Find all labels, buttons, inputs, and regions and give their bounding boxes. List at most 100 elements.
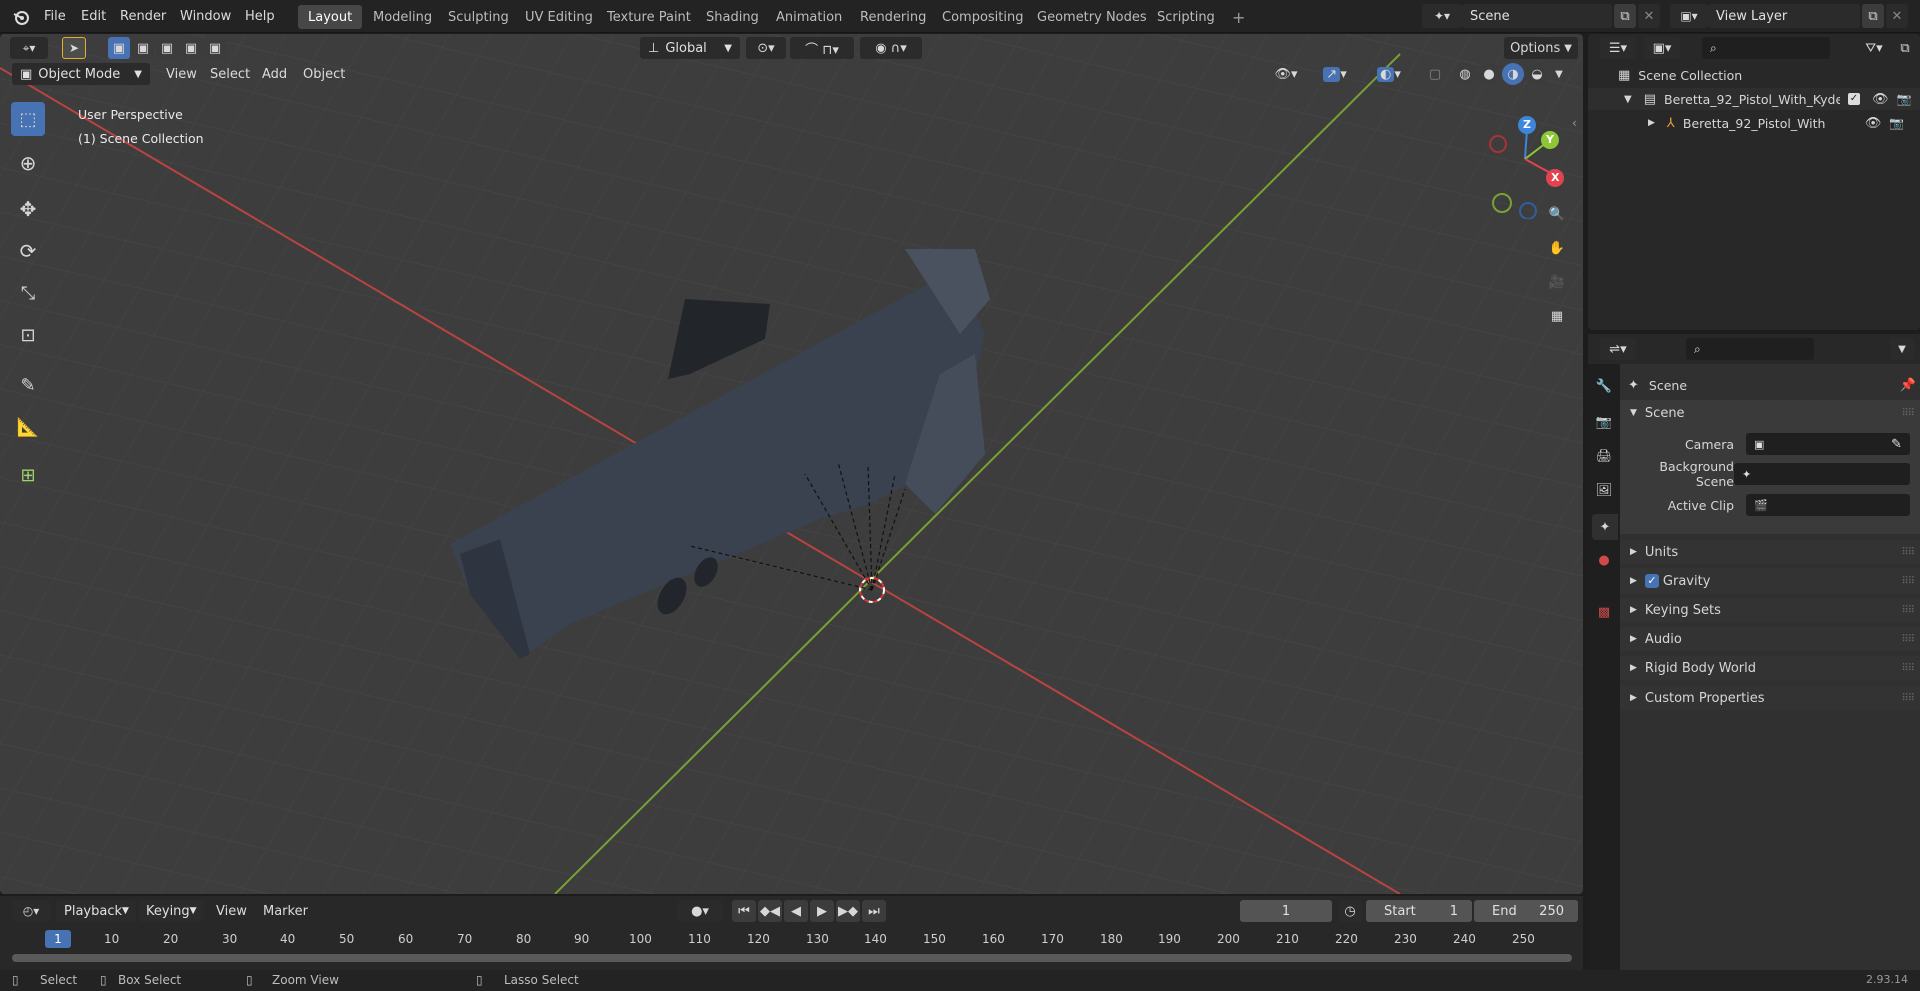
- tab-animation[interactable]: Animation: [766, 5, 852, 29]
- eye-icon[interactable]: 👁: [1865, 116, 1882, 131]
- menu-window[interactable]: Window: [172, 0, 239, 33]
- current-frame-marker[interactable]: 1: [45, 930, 71, 948]
- tab-uv-editing[interactable]: UV Editing: [515, 5, 603, 29]
- options-dropdown[interactable]: Options ▼: [1504, 37, 1578, 59]
- select-tool-button[interactable]: ➤: [62, 37, 86, 59]
- timeline-scrollbar[interactable]: [12, 954, 1572, 962]
- scene-selector-button[interactable]: ✦▾: [1422, 4, 1462, 28]
- view-layer-name-field[interactable]: View Layer: [1708, 4, 1860, 28]
- visibility-button[interactable]: 👁▾: [1268, 63, 1304, 85]
- annotate-tool[interactable]: ✎: [11, 368, 45, 402]
- rotate-tool[interactable]: ⟳: [11, 234, 45, 268]
- snap-button[interactable]: ⌒ ⊓▾: [790, 37, 854, 59]
- sidebar-toggle-icon[interactable]: ‹: [1572, 116, 1577, 130]
- active-clip-field[interactable]: 🎬: [1746, 494, 1910, 516]
- tool-tab-icon[interactable]: 🔧: [1592, 374, 1616, 398]
- expand-arrow-icon[interactable]: ▼: [1624, 94, 1632, 105]
- rigid-body-world-panel-header[interactable]: ▶ Rigid Body World ⠿⠿: [1620, 656, 1920, 680]
- timeline-menu-marker[interactable]: Marker: [255, 899, 316, 923]
- drag-handle-icon[interactable]: ⠿⠿: [1901, 408, 1915, 419]
- viewport-menu-select[interactable]: Select: [202, 62, 258, 86]
- filter-button[interactable]: ⛛▾: [1856, 37, 1892, 59]
- delete-scene-button[interactable]: ✕: [1638, 4, 1660, 28]
- timeline-editor-type-button[interactable]: ◴▾: [12, 900, 50, 922]
- jump-start-icon[interactable]: ⏮: [732, 900, 756, 922]
- tab-modeling[interactable]: Modeling: [363, 5, 442, 29]
- tab-geometry-nodes[interactable]: Geometry Nodes: [1027, 5, 1157, 29]
- display-mode-button[interactable]: ▣▾: [1644, 37, 1680, 59]
- menu-file[interactable]: File: [36, 0, 74, 33]
- gravity-panel-header[interactable]: ▶ ✓ Gravity ⠿⠿: [1620, 568, 1920, 594]
- xray-toggle-button[interactable]: ▢: [1424, 63, 1446, 85]
- play-reverse-icon[interactable]: ◀: [784, 900, 808, 922]
- zoom-view-button[interactable]: 🔍: [1543, 200, 1571, 228]
- add-cube-tool[interactable]: ⊞: [11, 458, 45, 492]
- playback-menu[interactable]: Playback ▼: [56, 900, 136, 922]
- select-new-icon[interactable]: ▣: [108, 37, 130, 59]
- current-frame-field[interactable]: 1: [1240, 900, 1332, 922]
- perspective-toggle-button[interactable]: ▦: [1543, 302, 1571, 330]
- select-intersect-icon[interactable]: ▣: [204, 37, 226, 59]
- gravity-checkbox-icon[interactable]: ✓: [1644, 574, 1659, 588]
- blender-logo-icon[interactable]: [10, 6, 32, 28]
- material-shading-icon[interactable]: ◑: [1502, 63, 1524, 85]
- drag-handle-icon[interactable]: ⠿⠿: [1901, 693, 1915, 704]
- custom-properties-panel-header[interactable]: ▶ Custom Properties ⠿⠿: [1620, 686, 1920, 710]
- tab-texture-paint[interactable]: Texture Paint: [597, 5, 701, 29]
- next-keyframe-icon[interactable]: ▶◆: [836, 900, 860, 922]
- gizmo-toggle-button[interactable]: ↗ ▾: [1312, 63, 1358, 85]
- move-tool[interactable]: ✥: [11, 192, 45, 226]
- texture-tab-icon[interactable]: ▩: [1592, 600, 1616, 624]
- overlays-toggle-button[interactable]: ◐ ▾: [1366, 63, 1412, 85]
- output-tab-icon[interactable]: 🖨: [1592, 444, 1616, 468]
- drag-handle-icon[interactable]: ⠿⠿: [1901, 663, 1915, 674]
- shading-options-icon[interactable]: ▼: [1550, 63, 1568, 85]
- prev-keyframe-icon[interactable]: ◆◀: [758, 900, 782, 922]
- record-button[interactable]: ●▾: [678, 900, 722, 922]
- outliner-row-collection[interactable]: ▼ ▤ Beretta_92_Pistol_With_Kydex ✓ 👁 📷: [1588, 88, 1920, 110]
- eyedropper-icon[interactable]: ✎: [1891, 437, 1902, 452]
- camera-render-icon[interactable]: 📷: [1897, 92, 1912, 106]
- drag-handle-icon[interactable]: ⠿⠿: [1901, 547, 1915, 558]
- timeline[interactable]: ◴▾ Playback ▼ Keying ▼ View Marker ●▾ ⏮ …: [0, 896, 1583, 978]
- menu-edit[interactable]: Edit: [73, 0, 114, 33]
- new-collection-button[interactable]: ⧉: [1894, 37, 1916, 59]
- view-layer-selector-button[interactable]: ▣▾: [1670, 4, 1708, 28]
- timeline-menu-view[interactable]: View: [208, 899, 255, 923]
- viewport-menu-object[interactable]: Object: [295, 62, 353, 86]
- solid-shading-icon[interactable]: ●: [1478, 63, 1500, 85]
- wireframe-shading-icon[interactable]: ◍: [1454, 63, 1476, 85]
- outliner-search-input[interactable]: ⌕: [1702, 37, 1830, 59]
- pin-icon[interactable]: 📌: [1900, 378, 1916, 393]
- proportional-edit-button[interactable]: ◉ ∩▾: [860, 37, 922, 59]
- tab-rendering[interactable]: Rendering: [850, 5, 936, 29]
- checkbox-icon[interactable]: ✓: [1848, 93, 1860, 105]
- tab-layout[interactable]: Layout: [298, 5, 363, 29]
- transform-tool[interactable]: ⊡: [11, 318, 45, 352]
- measure-tool[interactable]: 📐: [11, 410, 45, 444]
- drag-handle-icon[interactable]: ⠿⠿: [1901, 634, 1915, 645]
- cursor-tool[interactable]: ⊕: [11, 146, 45, 180]
- properties-search-input[interactable]: ⌕: [1686, 338, 1814, 360]
- delete-view-layer-button[interactable]: ✕: [1886, 4, 1908, 28]
- new-view-layer-button[interactable]: ⧉: [1862, 4, 1884, 28]
- audio-panel-header[interactable]: ▶ Audio ⠿⠿: [1620, 627, 1920, 651]
- select-invert-icon[interactable]: ▣: [180, 37, 202, 59]
- outliner-row-scene-collection[interactable]: ▦ Scene Collection: [1588, 64, 1920, 86]
- tab-compositing[interactable]: Compositing: [932, 5, 1034, 29]
- end-frame-field[interactable]: End 250: [1474, 900, 1578, 922]
- properties-editor[interactable]: ⇌▾ ⌕ ▼ 🔧 📷 🖨 🖼 ✦ ● ▩ ✦ Scene 📌 ▼ Scene ⠿…: [1588, 334, 1920, 978]
- pan-view-button[interactable]: ✋: [1543, 234, 1571, 262]
- camera-view-button[interactable]: 🎥: [1543, 268, 1571, 296]
- tab-shading[interactable]: Shading: [696, 5, 769, 29]
- background-scene-field[interactable]: ✦: [1734, 463, 1910, 485]
- keying-sets-panel-header[interactable]: ▶ Keying Sets ⠿⠿: [1620, 598, 1920, 622]
- select-subtract-icon[interactable]: ▣: [156, 37, 178, 59]
- view-layer-tab-icon[interactable]: 🖼: [1592, 478, 1616, 502]
- outliner[interactable]: ☰▾ ▣▾ ⌕ ⛛▾ ⧉ ▦ Scene Collection ▼ ▤ Bere…: [1588, 34, 1920, 330]
- keying-menu[interactable]: Keying ▼: [138, 900, 204, 922]
- select-box-tool[interactable]: ⬚: [11, 102, 45, 136]
- scene-name-field[interactable]: Scene: [1462, 4, 1612, 28]
- outliner-row-object[interactable]: ▶ ⅄ Beretta_92_Pistol_With_K 👁 📷: [1588, 112, 1920, 134]
- properties-options-button[interactable]: ▼: [1890, 338, 1914, 360]
